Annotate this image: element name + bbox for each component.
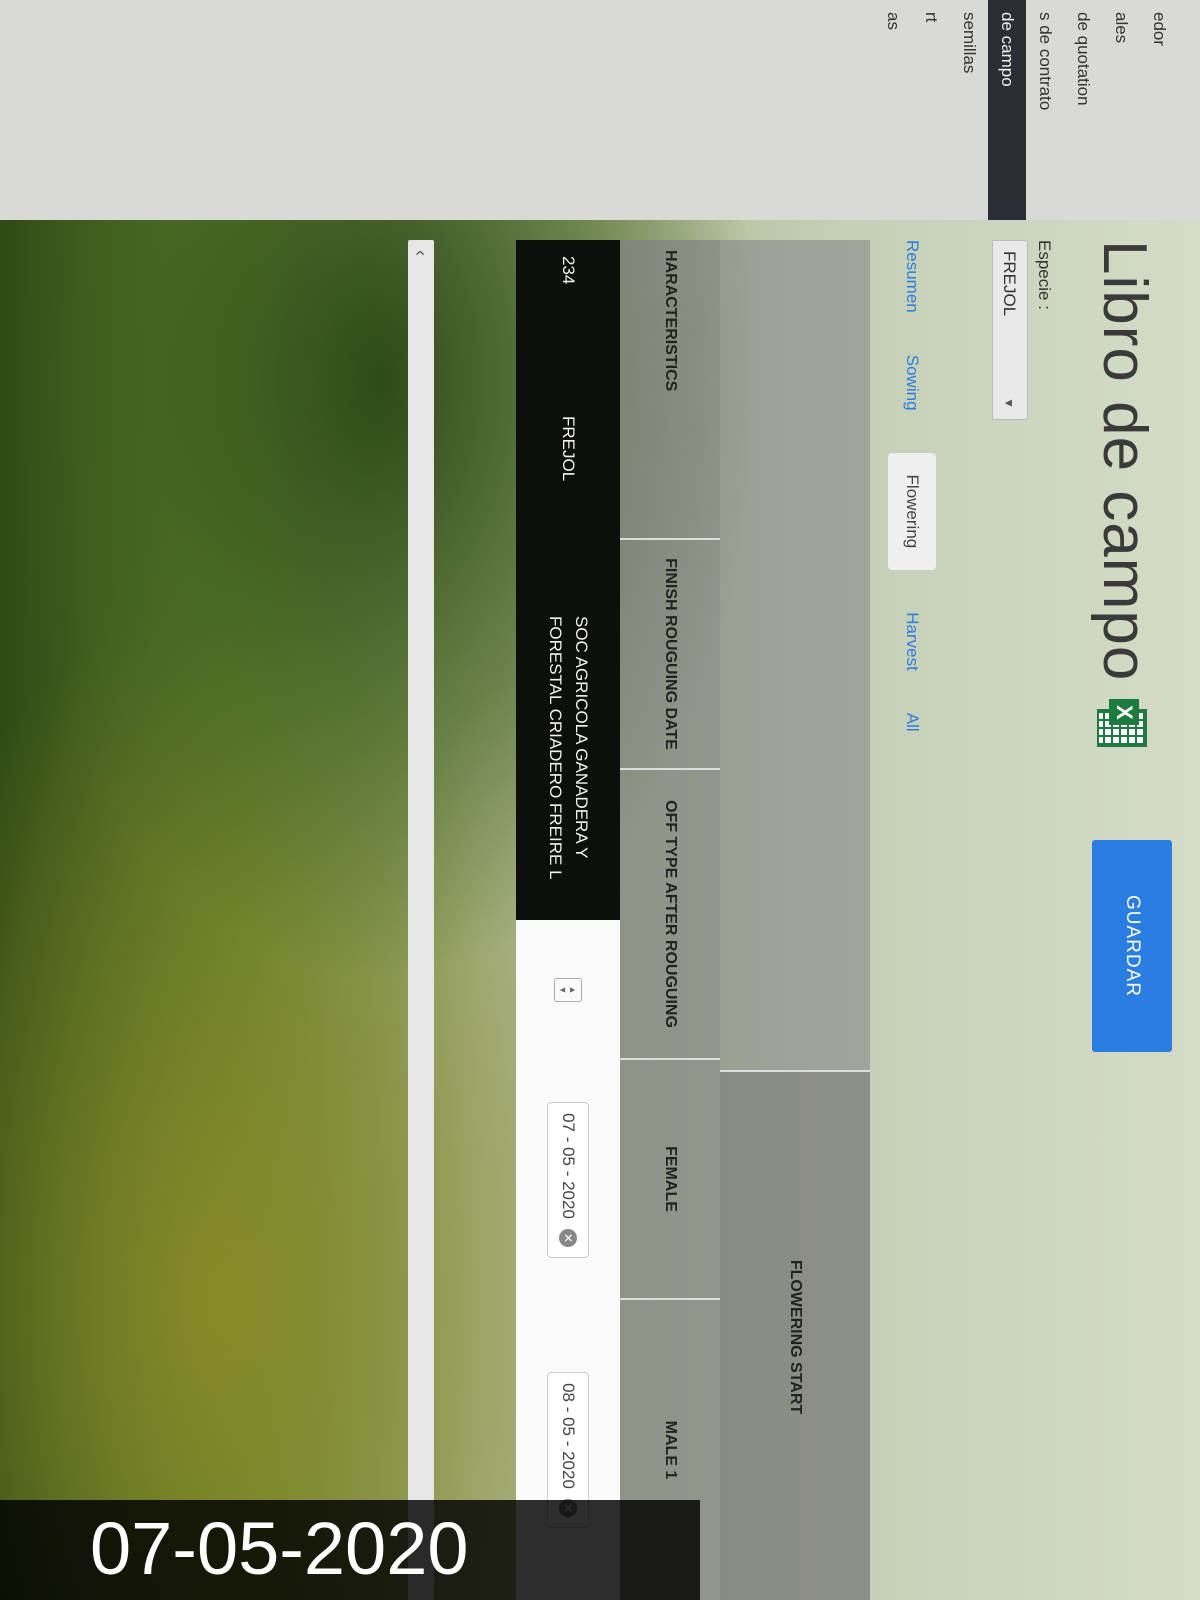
stepper-down-icon[interactable]: ▼ bbox=[558, 986, 568, 995]
sidebar-item-other[interactable]: as bbox=[874, 0, 912, 220]
sidebar-item-quotation[interactable]: de quotation bbox=[1064, 0, 1102, 220]
sidebar-item-semillas[interactable]: semillas bbox=[950, 0, 988, 220]
column-header-off-type-after-rouguing: OFF TYPE AFTER ROUGUING bbox=[620, 770, 720, 1060]
horizontal-scrollbar[interactable]: ‹ bbox=[408, 240, 434, 1600]
tab-all[interactable]: All bbox=[902, 713, 922, 732]
save-button[interactable]: GUARDAR bbox=[1092, 840, 1172, 1052]
photo-timestamp-overlay: 07-05-2020 bbox=[0, 1500, 700, 1600]
column-header-female: FEMALE bbox=[620, 1060, 720, 1300]
cell-off-type: ▲ ▼ bbox=[516, 920, 620, 1060]
female-date-value: 07 - 05 - 2020 bbox=[559, 1113, 578, 1219]
cell-company: SOC AGRICOLA GANADERA Y FORESTAL CRIADER… bbox=[516, 600, 620, 920]
rotated-screen: edor ales de quotation s de contrato de … bbox=[0, 0, 1200, 1600]
tab-resumen[interactable]: Resumen bbox=[902, 240, 922, 313]
clear-icon[interactable]: ✕ bbox=[559, 1228, 577, 1247]
cell-female-date: 07 - 05 - 2020 ✕ bbox=[516, 1060, 620, 1300]
male1-date-value: 08 - 05 - 2020 bbox=[559, 1383, 578, 1489]
column-header-characteristics: HARACTERISTICS bbox=[620, 240, 720, 540]
species-label: Especie : bbox=[1035, 240, 1054, 310]
tab-sowing[interactable]: Sowing bbox=[902, 355, 922, 411]
table-header-row: HARACTERISTICS FINISH ROUGUING DATE OFF … bbox=[620, 240, 720, 1600]
page-title: Libro de campo bbox=[1090, 240, 1159, 682]
species-select-value: FREJOL bbox=[1000, 251, 1019, 317]
species-filter: Especie : FREJOL ▼ bbox=[992, 240, 1054, 420]
table-row: 234 FREJOL SOC AGRICOLA GANADERA Y FORES… bbox=[516, 240, 620, 1600]
field-book-table: FLOWERING START HARACTERISTICS FINISH RO… bbox=[516, 240, 870, 1600]
excel-x-mark: X bbox=[1109, 699, 1140, 726]
tab-harvest[interactable]: Harvest bbox=[902, 612, 922, 671]
title-row: Libro de campo X bbox=[1089, 240, 1160, 748]
chevron-left-icon[interactable]: ‹ bbox=[408, 240, 434, 266]
sidebar-item-vendedor[interactable]: edor bbox=[1140, 0, 1178, 220]
species-select[interactable]: FREJOL ▼ bbox=[992, 240, 1028, 420]
tab-bar: Resumen Sowing Flowering Harvest All bbox=[888, 240, 936, 774]
column-header-finish-rouguing-date: FINISH ROUGUING DATE bbox=[620, 540, 720, 770]
female-date-input[interactable]: 07 - 05 - 2020 ✕ bbox=[547, 1102, 589, 1258]
chevron-down-icon: ▼ bbox=[1002, 397, 1016, 409]
cell-species: FREJOL bbox=[516, 400, 620, 600]
photo-timestamp: 07-05-2020 bbox=[90, 1507, 469, 1590]
cell-id: 234 bbox=[516, 240, 620, 400]
number-stepper[interactable]: ▲ ▼ bbox=[554, 978, 582, 1002]
tab-flowering[interactable]: Flowering bbox=[888, 452, 936, 571]
sidebar-item-libro-de-campo[interactable]: de campo bbox=[988, 0, 1026, 220]
sidebar: edor ales de quotation s de contrato de … bbox=[0, 0, 1200, 220]
stepper-up-icon[interactable]: ▲ bbox=[568, 986, 578, 995]
sidebar-item-report[interactable]: rt bbox=[912, 0, 950, 220]
table-group-header-flowering-start: FLOWERING START bbox=[720, 1070, 870, 1600]
table-group-header-row: FLOWERING START bbox=[710, 240, 870, 1600]
excel-icon[interactable]: X bbox=[1097, 699, 1152, 748]
sidebar-item-materiales[interactable]: ales bbox=[1102, 0, 1140, 220]
sidebar-item-contrato[interactable]: s de contrato bbox=[1026, 0, 1064, 220]
table-group-header-blank bbox=[720, 240, 870, 1070]
main-content: Libro de campo X GUARDAR Especie : FREJO… bbox=[0, 210, 1200, 1600]
